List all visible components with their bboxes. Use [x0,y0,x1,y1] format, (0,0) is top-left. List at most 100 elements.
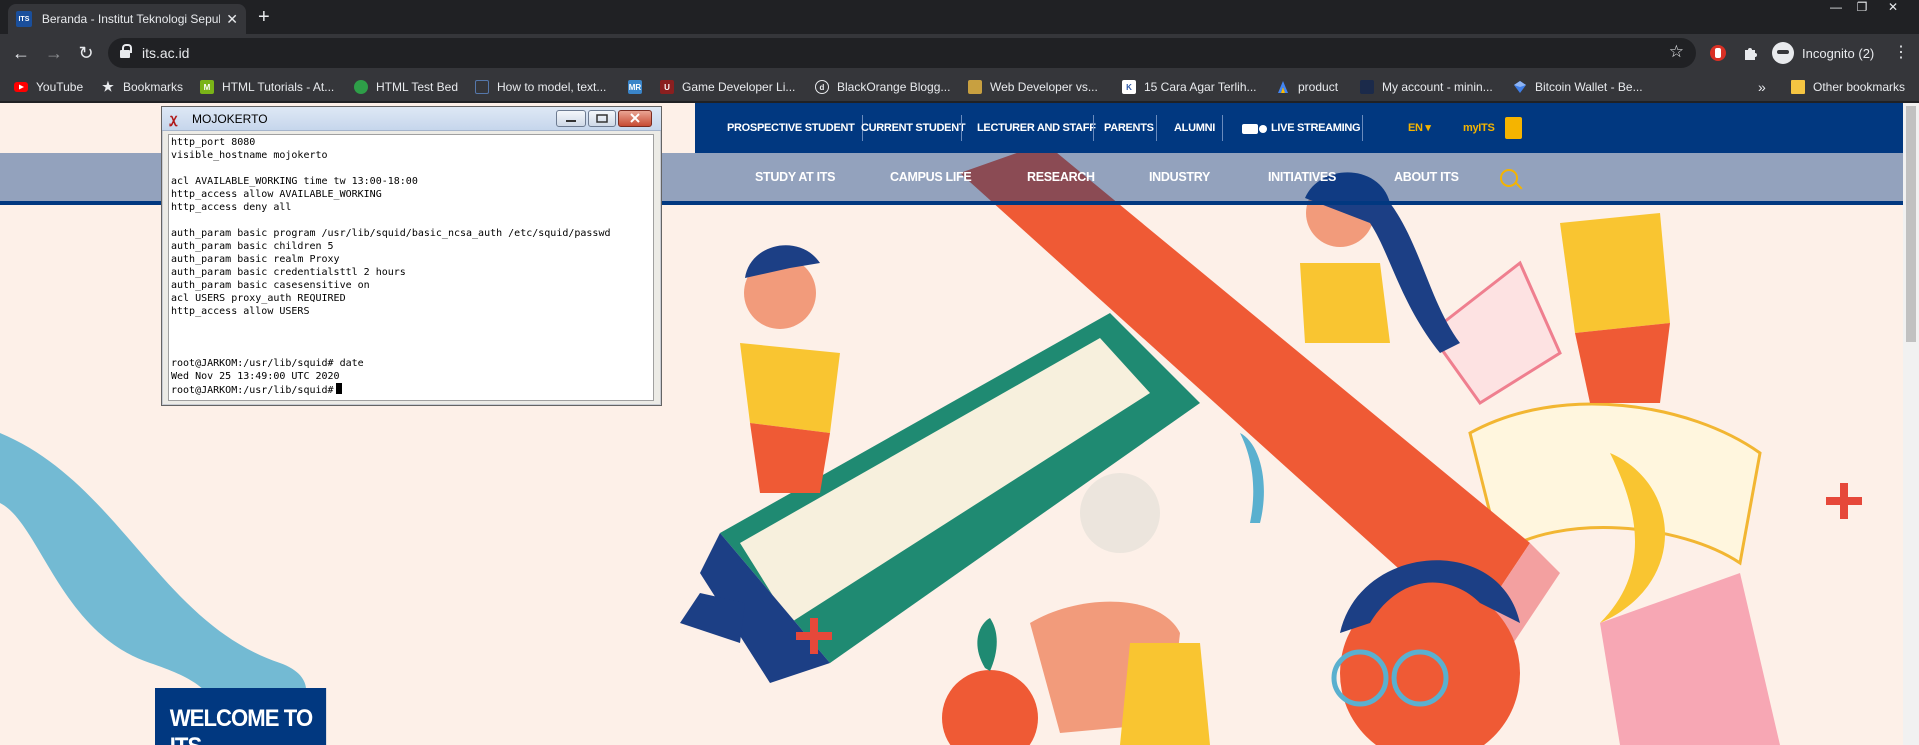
extensions-puzzle-icon[interactable] [1742,44,1760,62]
divider [1362,115,1363,141]
blogger-icon: d [815,80,829,94]
terminal-screen[interactable]: http_port 8080 visible_hostname mojokert… [168,134,654,401]
mr-icon: MR [628,80,642,94]
bitcoin-icon [1514,81,1526,93]
nav-about-its[interactable]: ABOUT ITS [1394,153,1459,201]
search-icon[interactable] [1500,169,1518,187]
nav-research[interactable]: RESEARCH [1027,153,1095,201]
bookmark-star-icon[interactable]: ☆ [1669,42,1684,62]
divider [961,115,962,141]
divider [1156,115,1157,141]
bookmark-blackorange[interactable]: d BlackOrange Blogg... [815,78,950,96]
bookmark-html-test-bed[interactable]: HTML Test Bed [354,78,458,96]
reload-button[interactable]: ↻ [75,42,97,64]
url-text: its.ac.id [142,45,190,61]
bookmark-label: How to model, text... [497,80,607,94]
terminal-line: auth_param basic program /usr/lib/squid/… [171,228,611,239]
terminal-prompt: root@JARKOM:/usr/lib/squid# [171,385,334,396]
html-tutorials-icon: M [200,80,214,94]
bookmark-html-tutorials[interactable]: M HTML Tutorials - At... [200,78,334,96]
hand-extension-icon[interactable] [1709,44,1727,62]
terminal-line: acl USERS proxy_auth REQUIRED [171,293,346,304]
nav-live-streaming[interactable]: LIVE STREAMING [1271,103,1361,153]
browser-tab[interactable]: ITS Beranda - Institut Teknologi Sepuluh… [8,4,246,34]
terminal-titlebar[interactable]: ꭕ MOJOKERTO [162,107,661,131]
bookmark-bookmarks[interactable]: ★ Bookmarks [101,78,183,96]
terminal-maximize-button[interactable] [588,110,616,127]
bookmark-bitcoin-wallet[interactable]: Bitcoin Wallet - Be... [1513,78,1643,96]
bookmark-label: HTML Test Bed [376,80,459,94]
terminal-app-icon: ꭕ [170,111,178,126]
bookmark-my-account[interactable]: My account - minin... [1360,78,1493,96]
back-button[interactable]: ← [10,42,32,64]
myits-link[interactable]: myITS [1463,103,1495,153]
bookmark-web-developer[interactable]: Web Developer vs... [968,78,1098,96]
nav-industry[interactable]: INDUSTRY [1149,153,1210,201]
nav-campus-life[interactable]: CAMPUS LIFE [890,153,972,201]
tab-strip: ITS Beranda - Institut Teknologi Sepuluh… [0,0,1919,34]
bookmark-game-developer[interactable]: U Game Developer Li... [660,78,795,96]
page-scrollbar[interactable] [1903,103,1919,745]
tab-close-icon[interactable]: ✕ [226,11,238,28]
nav-prospective-student[interactable]: PROSPECTIVE STUDENT [727,103,855,153]
nav-initiatives[interactable]: INITIATIVES [1268,153,1336,201]
nav-current-student[interactable]: CURRENT STUDENT [861,103,966,153]
terminal-minimize-button[interactable] [556,110,586,127]
bookmark-label: BlackOrange Blogg... [837,80,951,94]
utility-navbar: PROSPECTIVE STUDENT CURRENT STUDENT LECT… [695,103,1903,153]
forward-button[interactable]: → [43,42,65,64]
other-bookmarks[interactable]: Other bookmarks [1791,78,1905,96]
bookmark-label: product [1298,80,1339,94]
bookmarks-overflow-button[interactable]: » [1758,78,1766,96]
restore-button[interactable]: ❐ [1849,0,1875,16]
product-icon [1278,81,1288,93]
bookmarks-bar: YouTube ★ Bookmarks M HTML Tutorials - A… [0,72,1919,102]
other-bookmarks-label: Other bookmarks [1813,80,1906,94]
bookmark-product[interactable]: product [1276,78,1338,96]
chrome-menu-icon[interactable]: ⋮ [1893,42,1909,62]
terminal-window[interactable]: ꭕ MOJOKERTO http_port 8080 visible_hostn… [161,106,662,406]
incognito-profile-button[interactable]: Incognito (2) [1772,40,1874,66]
window-close-button[interactable]: ✕ [1880,0,1906,16]
bookmark-label: YouTube [36,80,84,94]
terminal-line: root@JARKOM:/usr/lib/squid# date [171,358,364,369]
bookmark-mr[interactable]: MR [628,78,650,96]
terminal-line: Wed Nov 25 13:49:00 UTC 2020 [171,371,340,382]
address-bar[interactable]: its.ac.id ☆ [108,38,1696,68]
star-icon: ★ [102,79,114,94]
terminal-line: http_port 8080 [171,137,256,148]
nav-alumni[interactable]: ALUMNI [1174,103,1215,153]
web-dev-icon [968,80,982,94]
terminal-line: auth_param basic credentialsttl 2 hours [171,267,406,278]
browser-toolbar: ← → ↻ its.ac.id ☆ Incognito (2) ⋮ [0,34,1919,72]
bookmark-label: Bitcoin Wallet - Be... [1535,80,1643,94]
bookmark-how-to-model[interactable]: How to model, text... [475,78,606,96]
test-bed-icon [354,80,368,94]
terminal-line: http_access allow AVAILABLE_WORKING [171,189,382,200]
scrollbar-thumb[interactable] [1906,106,1916,342]
terminal-line: http_access deny all [171,202,292,213]
cara-icon: K [1122,80,1136,94]
minimize-button[interactable]: — [1823,0,1849,16]
terminal-line: visible_hostname mojokerto [171,150,328,161]
bookmark-label: HTML Tutorials - At... [222,80,335,94]
terminal-prompt-line[interactable]: root@JARKOM:/usr/lib/squid# [171,383,653,396]
model-icon [475,80,489,94]
incognito-label: Incognito (2) [1802,45,1875,61]
lock-icon [120,44,132,58]
nav-lecturer-and-staff[interactable]: LECTURER AND STAFF [977,103,1096,153]
new-tab-button[interactable]: + [258,6,270,29]
live-streaming-icon [1242,124,1267,134]
bookmark-label: My account - minin... [1382,80,1493,94]
bookmark-15-cara[interactable]: K 15 Cara Agar Terlih... [1122,78,1257,96]
terminal-close-button[interactable] [618,110,652,127]
incognito-icon [1772,42,1794,64]
nav-parents[interactable]: PARENTS [1104,103,1154,153]
tab-title: Beranda - Institut Teknologi Sepuluh Nop… [41,12,221,26]
bookmark-youtube[interactable]: YouTube [14,78,83,96]
nav-study-at-its[interactable]: STUDY AT ITS [755,153,836,201]
language-selector[interactable]: EN ▾ [1408,103,1431,153]
